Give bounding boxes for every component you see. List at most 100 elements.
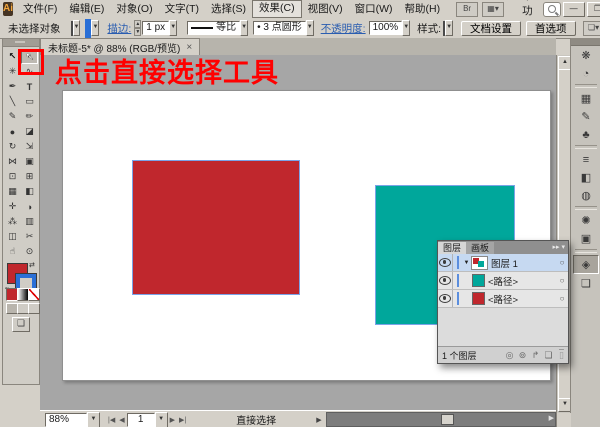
appearance-icon[interactable]: ✺ <box>574 212 598 229</box>
eyedropper-tool[interactable]: ✛ <box>4 199 21 214</box>
blend-tool[interactable]: ◑ <box>21 199 38 214</box>
dock-header[interactable] <box>571 38 600 46</box>
type-tool[interactable]: T <box>21 79 38 94</box>
artboard-tool[interactable]: ◫ <box>4 229 21 244</box>
color-guide-icon[interactable]: ◔ <box>574 65 598 82</box>
spin-down-icon[interactable]: ▼ <box>134 28 141 36</box>
shape-builder-tool[interactable]: ⊡ <box>4 169 21 184</box>
spin-up-icon[interactable]: ▲ <box>134 20 141 28</box>
symbols-icon[interactable]: ♣ <box>574 126 598 143</box>
tab-layers[interactable]: 图层 <box>438 242 466 254</box>
none-fill-button[interactable] <box>28 288 40 301</box>
target-circle-icon[interactable]: ○ <box>556 294 568 303</box>
prev-artboard-icon[interactable]: ◀ <box>117 416 126 424</box>
rotate-tool[interactable]: ↻ <box>4 139 21 154</box>
path-row-red[interactable]: <路径> ○ <box>438 290 568 308</box>
brushes-icon[interactable]: ✎ <box>574 108 598 125</box>
path-name[interactable]: <路径> <box>488 292 556 306</box>
brush-select[interactable]: • 3 点圆形 <box>253 21 306 35</box>
path-name[interactable]: <路径> <box>488 274 556 288</box>
path-row-teal[interactable]: <路径> ○ <box>438 272 568 290</box>
scroll-right-icon[interactable]: ▶ <box>549 414 554 424</box>
zoom-dropdown-icon[interactable]: ▼ <box>87 412 100 427</box>
menu-select[interactable]: 选择(S) <box>205 1 252 17</box>
rectangle-tool[interactable]: ▭ <box>21 94 38 109</box>
width-profile-select[interactable]: 等比 <box>187 21 240 35</box>
line-segment-tool[interactable]: ╲ <box>4 94 21 109</box>
visibility-eye-icon[interactable] <box>439 294 451 303</box>
slice-tool[interactable]: ✂ <box>21 229 38 244</box>
free-transform-tool[interactable]: ▣ <box>21 154 38 169</box>
mesh-tool[interactable]: ▦ <box>4 184 21 199</box>
hand-tool[interactable]: ☝ <box>4 244 21 259</box>
menu-type[interactable]: 文字(T) <box>159 1 205 17</box>
menu-help[interactable]: 帮助(H) <box>399 1 447 17</box>
menu-view[interactable]: 视图(V) <box>302 1 349 17</box>
visibility-eye-icon[interactable] <box>439 258 451 267</box>
stroke-icon[interactable]: ≡ <box>574 151 598 168</box>
tools-panel-header[interactable] <box>3 39 39 47</box>
stroke-dropdown-icon[interactable]: ▼ <box>91 20 99 36</box>
layer-row-selected[interactable]: ▼ 图层 1 ○ <box>438 254 568 272</box>
color-panel-icon[interactable]: ❋ <box>574 47 598 64</box>
new-sublayer-icon[interactable]: ↱ <box>529 350 542 361</box>
swatches-icon[interactable]: ▦ <box>574 90 598 107</box>
new-layer-icon[interactable]: ❏ <box>542 350 555 361</box>
artboard-dropdown-icon[interactable]: ▼ <box>155 412 168 427</box>
preferences-button[interactable]: 首选项 <box>526 21 576 36</box>
stroke-panel-link[interactable]: 描边: <box>107 21 131 36</box>
brush-dropdown-icon[interactable]: ▼ <box>306 20 314 36</box>
menu-edit[interactable]: 编辑(E) <box>63 1 110 17</box>
panel-collapse-icon[interactable]: ▸▸ <box>553 244 560 251</box>
target-circle-icon[interactable]: ○ <box>556 276 568 285</box>
stroke-width-dropdown-icon[interactable]: ▼ <box>169 20 177 36</box>
menu-effect[interactable]: 效果(C) <box>252 0 302 18</box>
gradient-icon[interactable]: ◧ <box>574 169 598 186</box>
symbol-sprayer-tool[interactable]: ⁂ <box>4 214 21 229</box>
opacity-field[interactable]: 100% <box>369 21 403 35</box>
horizontal-scroll-thumb[interactable] <box>441 414 454 425</box>
gradient-tool[interactable]: ◧ <box>21 184 38 199</box>
draw-inside-button[interactable] <box>28 303 40 314</box>
width-tool[interactable]: ⋈ <box>4 154 21 169</box>
zoom-level-field[interactable]: 88% <box>45 413 87 427</box>
blob-brush-tool[interactable]: ● <box>4 124 21 139</box>
stroke-width-field[interactable]: 1 px <box>142 21 169 35</box>
target-circle-icon[interactable]: ○ <box>556 258 568 267</box>
search-input[interactable] <box>543 2 561 17</box>
artboard-number-field[interactable]: 1 <box>127 413 155 427</box>
last-artboard-icon[interactable]: ▶| <box>177 416 188 424</box>
restore-button[interactable]: ❐ <box>587 2 600 17</box>
pen-tool[interactable]: ✒ <box>4 79 21 94</box>
horizontal-scrollbar[interactable]: ▶ <box>326 412 556 427</box>
minimize-button[interactable]: — <box>563 2 585 17</box>
style-dropdown-icon[interactable]: ▼ <box>445 20 453 36</box>
pencil-tool[interactable]: ✏ <box>21 109 38 124</box>
layers-icon[interactable]: ◈ <box>573 255 599 274</box>
transparency-icon[interactable]: ◍ <box>574 187 598 204</box>
expand-triangle-icon[interactable]: ▼ <box>462 260 471 266</box>
zoom-tool[interactable]: ⊙ <box>21 244 38 259</box>
fill-dropdown-icon[interactable]: ▼ <box>73 20 81 36</box>
profile-dropdown-icon[interactable]: ▼ <box>240 20 248 36</box>
red-rectangle[interactable] <box>132 160 300 295</box>
menu-window[interactable]: 窗口(W) <box>349 1 399 17</box>
eraser-tool[interactable]: ◪ <box>21 124 38 139</box>
visibility-eye-icon[interactable] <box>439 276 451 285</box>
bridge-icon[interactable]: Br <box>456 2 478 17</box>
perspective-grid-tool[interactable]: ⊞ <box>21 169 38 184</box>
opacity-dropdown-icon[interactable]: ▼ <box>402 20 410 36</box>
first-artboard-icon[interactable]: |◀ <box>106 416 117 424</box>
scale-tool[interactable]: ⇲ <box>21 139 38 154</box>
swap-fill-stroke-icon[interactable]: ⇄ <box>29 261 35 269</box>
layer-name[interactable]: 图层 1 <box>491 256 556 270</box>
status-flyout-icon[interactable]: ▶ <box>316 416 321 424</box>
document-setup-button[interactable]: 文档设置 <box>461 21 521 36</box>
locate-object-icon[interactable]: ◎ <box>503 350 516 361</box>
clipping-mask-icon[interactable]: ⊚ <box>516 350 529 361</box>
menu-object[interactable]: 对象(O) <box>110 1 158 17</box>
panel-menu-icon[interactable]: ▾ <box>561 244 565 251</box>
stroke-width-stepper[interactable]: ▲ ▼ <box>134 20 141 36</box>
delete-layer-icon[interactable]: ▯ <box>555 350 568 361</box>
column-graph-tool[interactable]: ▥ <box>21 214 38 229</box>
